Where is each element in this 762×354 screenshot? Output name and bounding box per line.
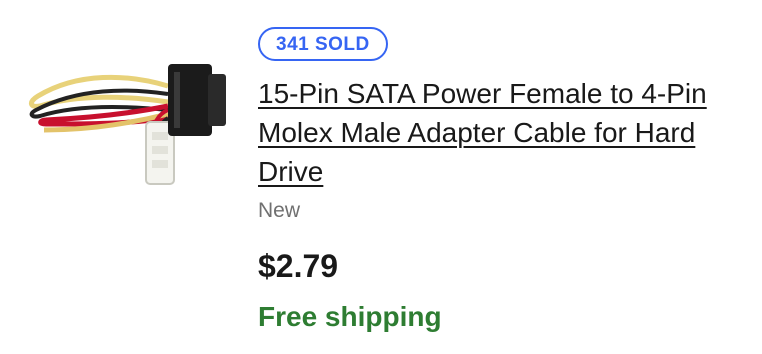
listing-card: 341 SOLD 15-Pin SATA Power Female to 4-P… <box>0 0 762 354</box>
item-condition: New <box>258 199 301 222</box>
item-price: $2.79 <box>258 248 339 284</box>
product-image[interactable] <box>18 44 238 194</box>
sata-molex-cable-image <box>29 64 226 185</box>
sold-count-badge: 341 SOLD <box>258 27 388 61</box>
listing-title-link[interactable]: 15-Pin SATA Power Female to 4-Pin Molex … <box>258 74 748 191</box>
shipping-info: Free shipping <box>258 301 442 332</box>
